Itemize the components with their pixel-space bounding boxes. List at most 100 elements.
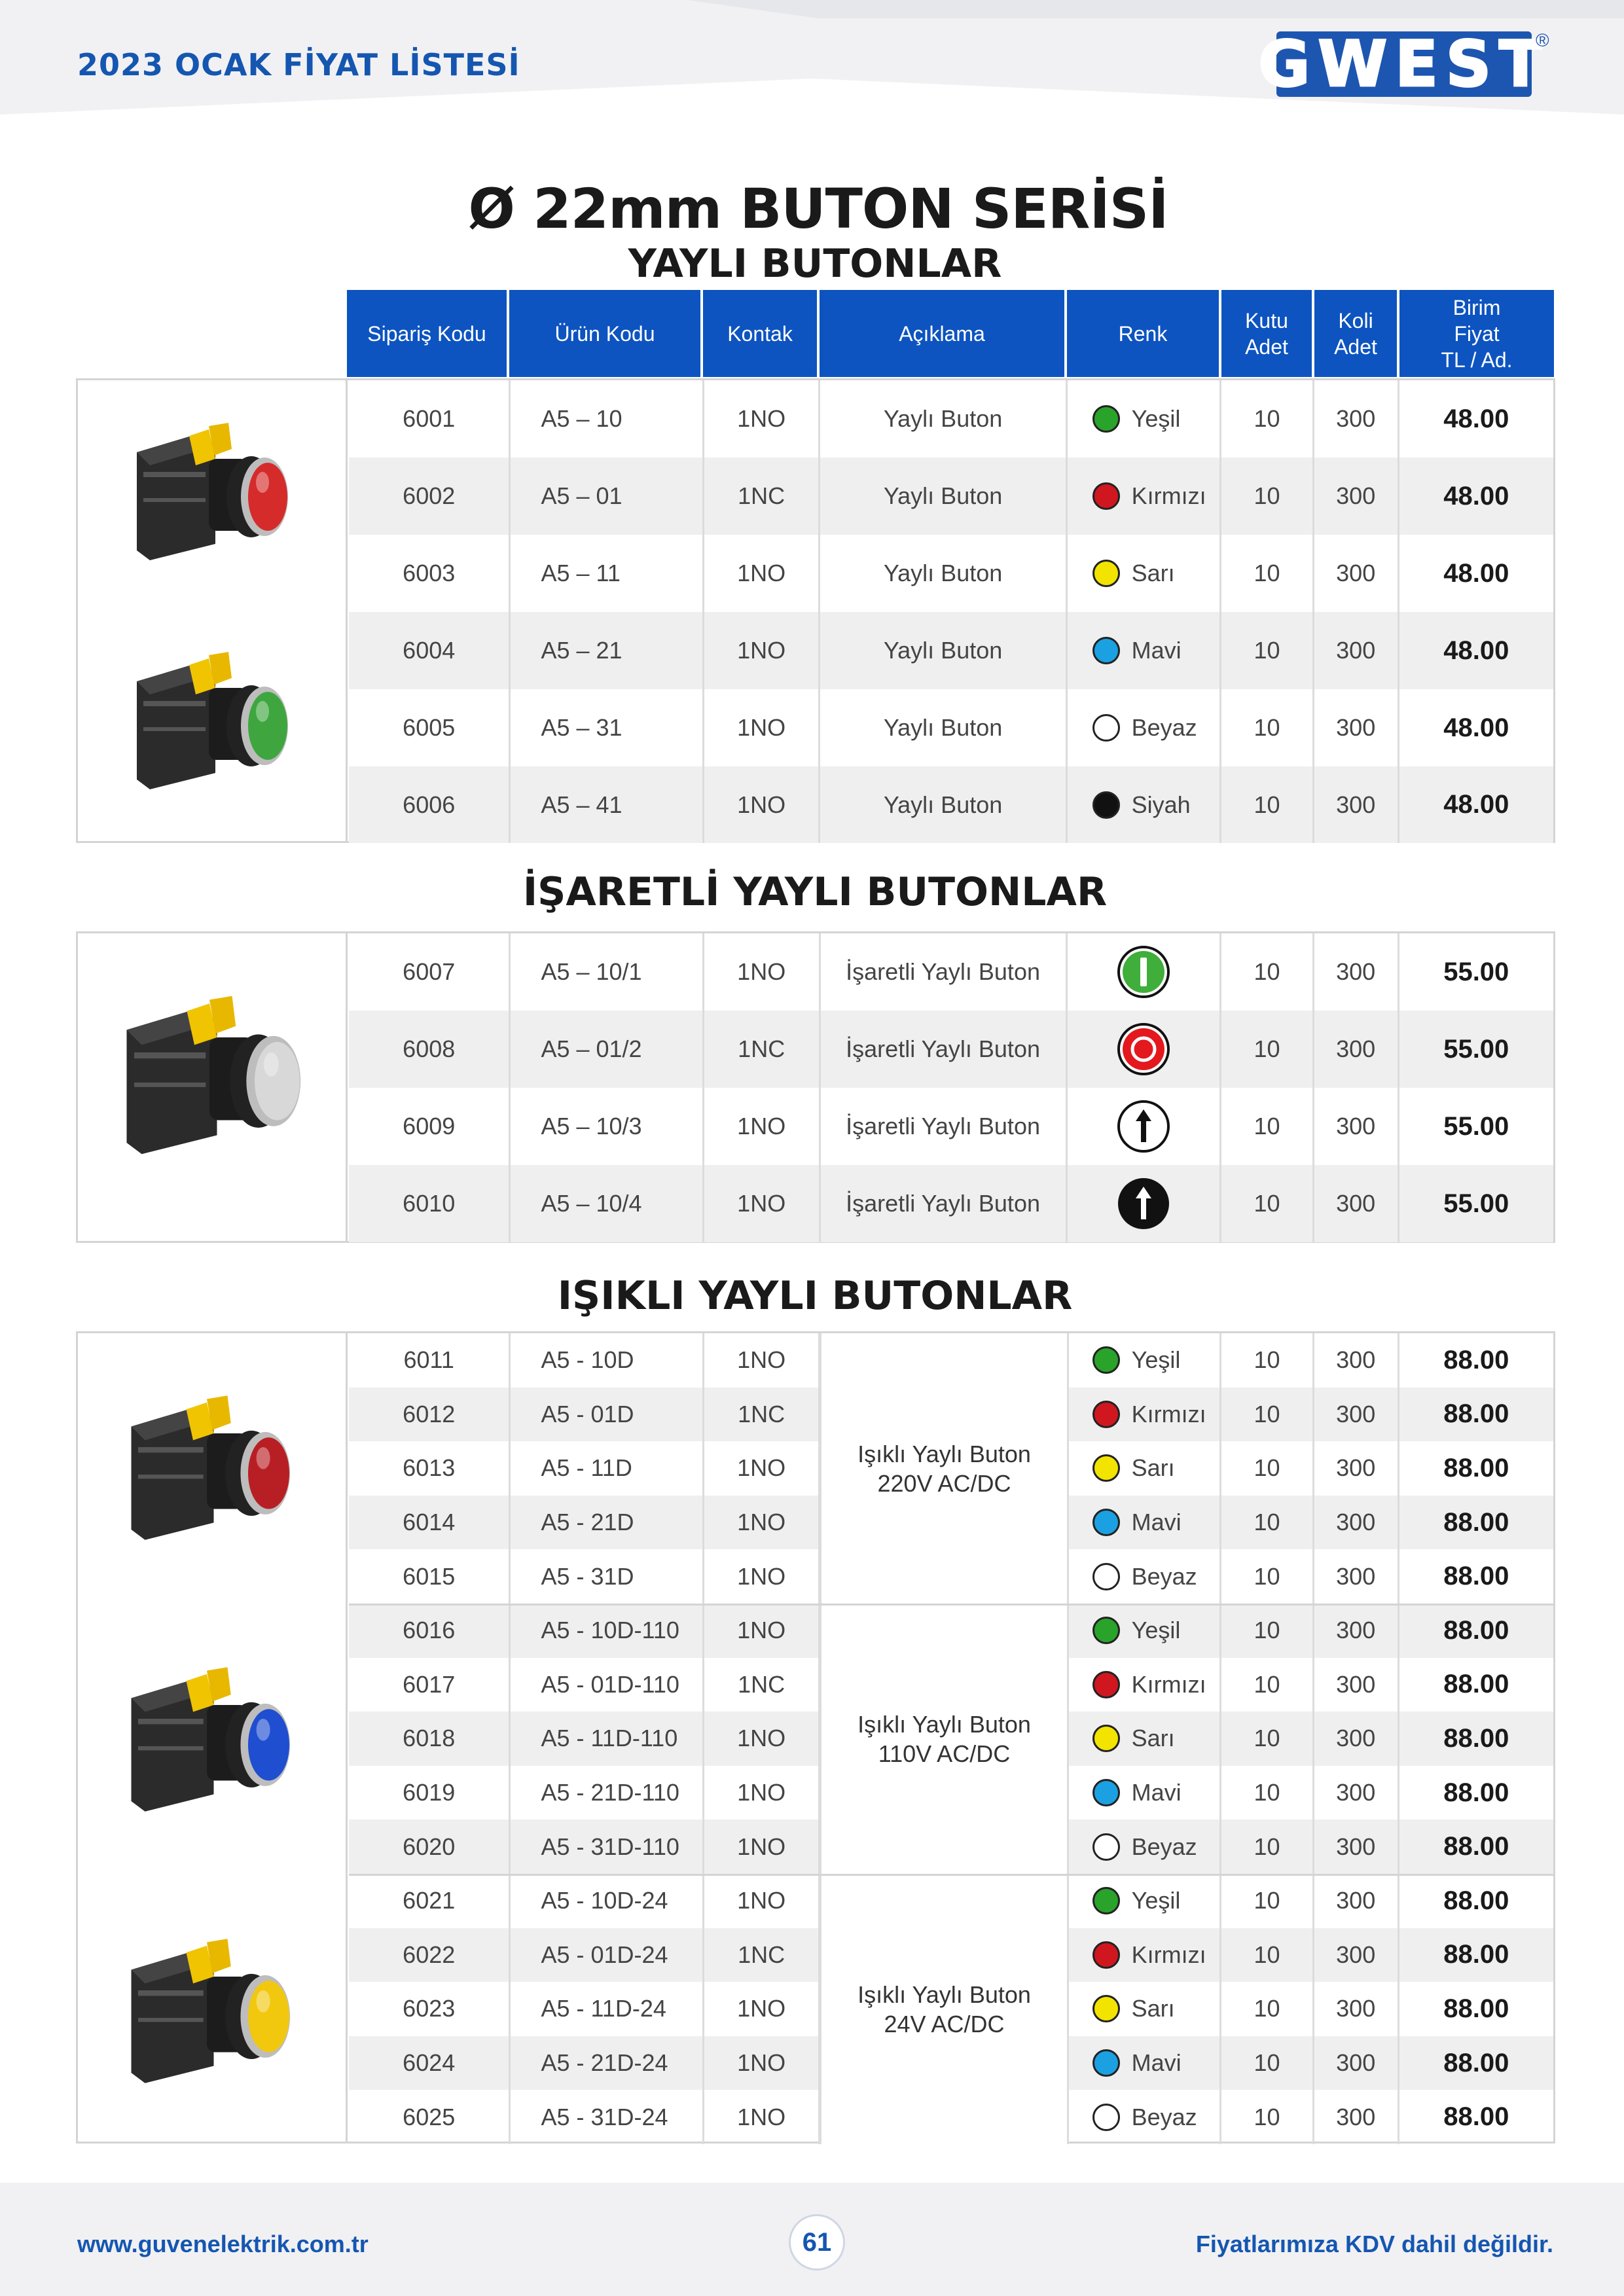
kutu-adet: 10 <box>1221 1928 1314 1982</box>
siparis-kodu: 6012 <box>349 1387 511 1442</box>
color-dot-icon <box>1092 1562 1120 1590</box>
color-name: Sarı <box>1131 560 1175 586</box>
urun-kodu: A5 - 31D-24 <box>511 2090 704 2144</box>
aciklama: Yaylı Buton <box>820 535 1068 612</box>
koli-adet: 300 <box>1314 1603 1399 1658</box>
koli-adet: 300 <box>1314 1333 1399 1388</box>
color-name: Sarı <box>1131 1454 1175 1482</box>
urun-kodu: A5 - 10D-24 <box>511 1873 704 1928</box>
marked-white-button-image <box>126 996 301 1155</box>
color-name: Yeşil <box>1131 1346 1181 1374</box>
koli-adet: 300 <box>1314 2090 1399 2144</box>
koli-adet: 300 <box>1314 2036 1399 2090</box>
kontak: 1NO <box>704 689 821 766</box>
kontak: 1NO <box>704 1982 821 2036</box>
color-dot-icon <box>1092 2103 1120 2131</box>
siparis-kodu: 6024 <box>349 2036 511 2090</box>
koli-adet: 300 <box>1314 1657 1399 1712</box>
kontak: 1NC <box>704 1387 821 1442</box>
urun-kodu: A5 - 21D-24 <box>511 2036 704 2090</box>
table-row: 6002 A5 – 01 1NC Yaylı Buton Kırmızı 10 300 48.… <box>349 457 1553 535</box>
urun-kodu: A5 - 11D-110 <box>511 1712 704 1766</box>
koli-adet: 300 <box>1314 1765 1399 1820</box>
birim-fiyat: 55.00 <box>1443 1034 1509 1064</box>
siparis-kodu: 6008 <box>349 1011 511 1088</box>
renk: Beyaz <box>1068 1820 1222 1874</box>
color-name: Yeşil <box>1131 1617 1181 1644</box>
col-header-urun: Ürün Kodu <box>509 290 703 377</box>
urun-kodu: A5 – 31 <box>511 689 704 766</box>
kutu-adet: 10 <box>1221 1982 1314 2036</box>
kontak: 1NO <box>704 612 821 689</box>
siparis-kodu: 6004 <box>349 612 511 689</box>
kontak: 1NO <box>704 1088 821 1165</box>
color-name: Kırmızı <box>1131 482 1206 509</box>
white-arrow-up-icon <box>1117 1100 1170 1153</box>
table-header: Sipariş Kodu Ürün Kodu Kontak Açıklama R… <box>347 290 1554 377</box>
aciklama: Yaylı Buton <box>820 689 1068 766</box>
kutu-adet: 10 <box>1221 380 1314 457</box>
urun-kodu: A5 - 01D-24 <box>511 1928 704 1982</box>
aciklama: Yaylı Buton <box>820 457 1068 535</box>
kontak: 1NO <box>704 535 821 612</box>
kontak: 1NO <box>704 933 821 1011</box>
kontak: 1NO <box>704 1712 821 1766</box>
col-header-kutu: Kutu Adet <box>1221 290 1314 377</box>
koli-adet: 300 <box>1314 1982 1399 2036</box>
siparis-kodu: 6014 <box>349 1495 511 1550</box>
siparis-kodu: 6001 <box>349 380 511 457</box>
renk: Mavi <box>1068 1765 1222 1820</box>
kontak: 1NO <box>704 1765 821 1820</box>
gwest-logo: GWEST <box>1257 31 1543 97</box>
siparis-kodu: 6020 <box>349 1820 511 1874</box>
page-title: Ø 22mm BUTON SERİSİ <box>468 177 1169 241</box>
spring-buttons-table: 6001 A5 – 10 1NO Yaylı Buton Yeşil 10 300 48.00… <box>76 378 1555 843</box>
color-dot-icon <box>1092 405 1120 433</box>
color-name: Mavi <box>1131 1779 1182 1806</box>
kontak: 1NO <box>704 1495 821 1550</box>
siparis-kodu: 6021 <box>349 1873 511 1928</box>
koli-adet: 300 <box>1314 612 1399 689</box>
kutu-adet: 10 <box>1221 2036 1314 2090</box>
kontak: 1NO <box>704 1603 821 1658</box>
kutu-adet: 10 <box>1221 1549 1314 1604</box>
birim-fiyat: 88.00 <box>1443 1940 1509 1969</box>
urun-kodu: A5 – 10/4 <box>511 1165 704 1242</box>
aciklama-merged: Işıklı Yaylı Buton 110V AC/DC <box>820 1604 1069 1874</box>
birim-fiyat: 48.00 <box>1443 481 1509 511</box>
kontak: 1NO <box>704 1441 821 1496</box>
koli-adet: 300 <box>1314 1495 1399 1550</box>
renk: Sarı <box>1068 1441 1222 1496</box>
birim-fiyat: 55.00 <box>1443 1189 1509 1218</box>
siparis-kodu: 6006 <box>349 766 511 843</box>
urun-kodu: A5 - 01D-110 <box>511 1657 704 1712</box>
col-header-renk: Renk <box>1067 290 1221 377</box>
kutu-adet: 10 <box>1221 1657 1314 1712</box>
col-header-kontak: Kontak <box>703 290 820 377</box>
color-name: Beyaz <box>1131 2103 1197 2130</box>
kutu-adet: 10 <box>1221 1603 1314 1658</box>
kutu-adet: 10 <box>1221 457 1314 535</box>
footer-website-link[interactable]: www.guvenelektrik.com.tr <box>77 2231 369 2258</box>
table-row: 6003 A5 – 11 1NO Yaylı Buton Sarı 10 300 48.00 <box>349 535 1553 612</box>
color-dot-icon <box>1092 1995 1120 2023</box>
kontak: 1NO <box>704 1549 821 1604</box>
siparis-kodu: 6005 <box>349 689 511 766</box>
birim-fiyat: 55.00 <box>1443 1111 1509 1141</box>
aciklama-text: Işıklı Yaylı Buton 110V AC/DC <box>857 1710 1031 1768</box>
kontak: 1NC <box>704 1011 821 1088</box>
aciklama: Yaylı Buton <box>820 766 1068 843</box>
kutu-adet: 10 <box>1221 1011 1314 1088</box>
birim-fiyat: 88.00 <box>1443 2102 1509 2132</box>
renk: Beyaz <box>1068 1549 1222 1604</box>
color-dot-icon <box>1092 1779 1120 1807</box>
renk-symbol <box>1068 1011 1222 1088</box>
koli-adet: 300 <box>1314 933 1399 1011</box>
blue-illuminated-button-image <box>131 1667 291 1812</box>
col-header-koli: Koli Adet <box>1314 290 1399 377</box>
kutu-adet: 10 <box>1221 612 1314 689</box>
siparis-kodu: 6016 <box>349 1603 511 1658</box>
renk: Mavi <box>1068 2036 1222 2090</box>
kutu-adet: 10 <box>1221 1873 1314 1928</box>
birim-fiyat: 48.00 <box>1443 713 1509 742</box>
